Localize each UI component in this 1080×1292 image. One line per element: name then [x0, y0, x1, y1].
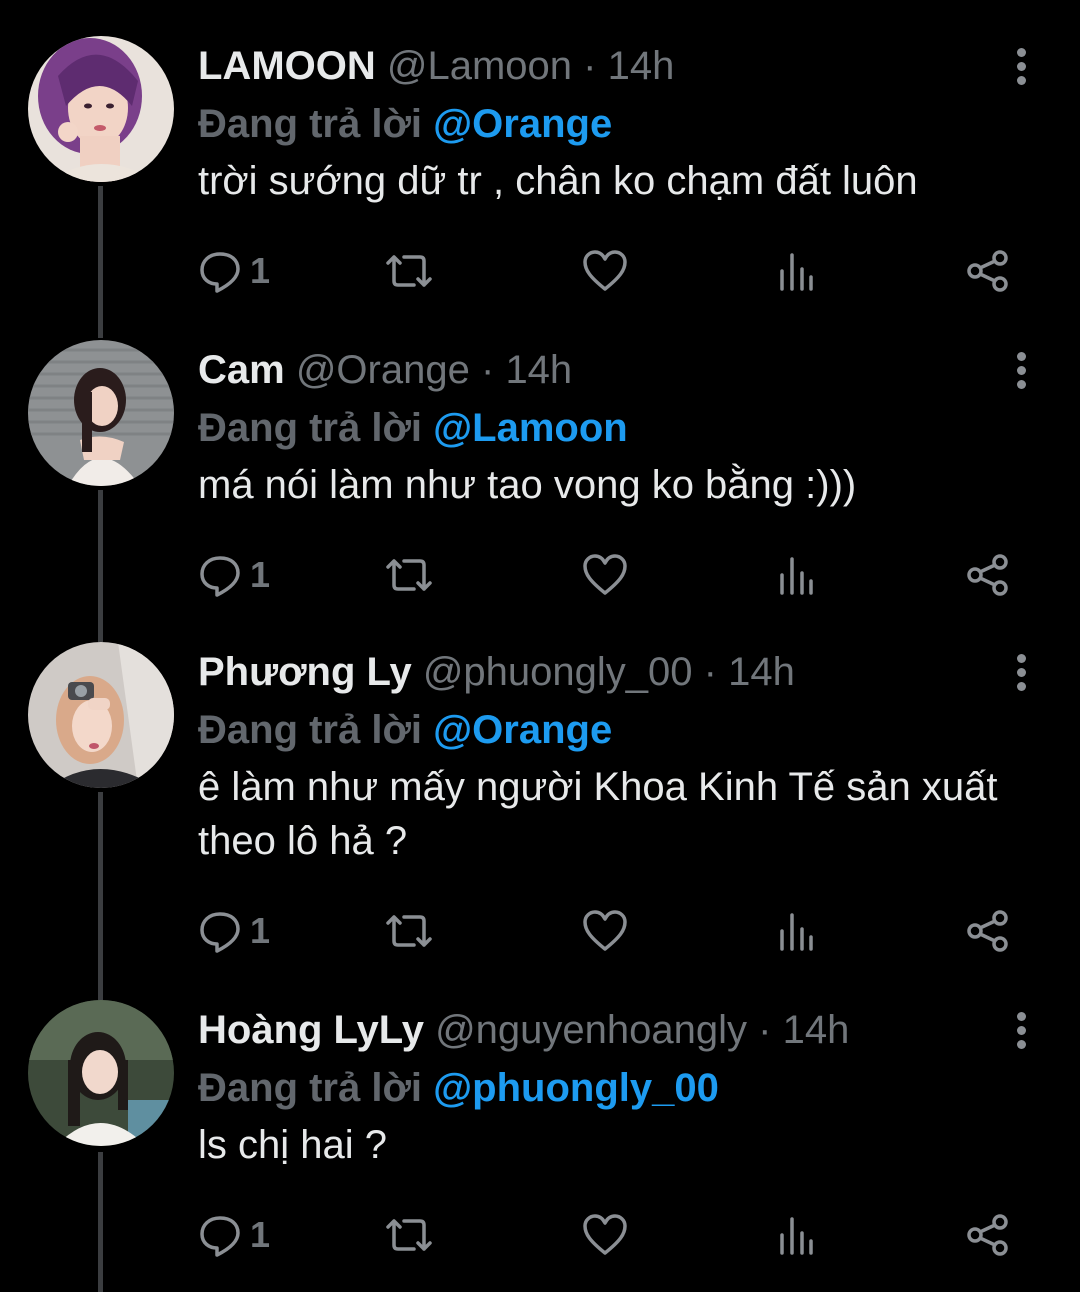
like-button[interactable] [582, 246, 628, 296]
analytics-icon [780, 1217, 813, 1255]
timestamp[interactable]: 14h [505, 348, 572, 392]
separator-dot: · [703, 650, 717, 694]
like-button[interactable] [582, 906, 628, 956]
views-button[interactable] [776, 550, 816, 600]
reply-context: Đang trả lời @Orange [198, 96, 1040, 152]
heart-icon [583, 554, 627, 595]
mention-link[interactable]: @Orange [433, 708, 612, 752]
display-name[interactable]: Phương Ly [198, 650, 412, 694]
reply-button[interactable]: 1 [198, 550, 270, 600]
reply-count: 1 [250, 1214, 271, 1255]
more-options-icon[interactable] [1014, 1012, 1028, 1052]
reply-button[interactable]: 1 [198, 1210, 270, 1260]
user-handle[interactable]: @Lamoon [387, 44, 572, 88]
retweet-icon [386, 255, 432, 287]
share-button[interactable] [966, 550, 1012, 600]
share-icon [967, 250, 1008, 292]
share-button[interactable] [966, 906, 1012, 956]
separator-dot: · [583, 44, 597, 88]
tweet-text: ê làm như mấy người Khoa Kinh Tế sản xuấ… [198, 765, 998, 863]
tweet-actions: 1 [198, 246, 1038, 296]
reply-count: 1 [250, 250, 271, 291]
timestamp[interactable]: 14h [783, 1008, 850, 1052]
tweet-header: Phương Ly @phuongly_00 · 14h [198, 642, 1040, 702]
reply-context: Đang trả lời @Lamoon [198, 400, 1040, 456]
retweet-button[interactable] [384, 1210, 434, 1260]
share-icon [967, 554, 1008, 596]
heart-icon [583, 250, 627, 291]
avatar[interactable] [28, 36, 174, 182]
like-button[interactable] [582, 1210, 628, 1260]
reply-prefix: Đang trả lời [198, 708, 423, 752]
tweet-header: LAMOON @Lamoon · 14h [198, 36, 1040, 96]
tweet-actions: 1 [198, 1210, 1038, 1260]
reply-icon [200, 556, 240, 597]
display-name[interactable]: Hoàng LyLy [198, 1008, 424, 1052]
display-name[interactable]: Cam [198, 348, 285, 392]
tweet-actions: 1 [198, 906, 1038, 956]
views-button[interactable] [776, 246, 816, 296]
like-button[interactable] [582, 550, 628, 600]
avatar[interactable] [28, 1000, 174, 1146]
views-button[interactable] [776, 1210, 816, 1260]
share-icon [967, 910, 1008, 952]
tweet-header: Cam @Orange · 14h [198, 340, 1040, 400]
timestamp[interactable]: 14h [728, 650, 795, 694]
separator-dot: · [480, 348, 495, 392]
analytics-icon [780, 557, 813, 595]
timestamp[interactable]: 14h [608, 44, 675, 88]
avatar[interactable] [28, 642, 174, 788]
reply-button[interactable]: 1 [198, 906, 270, 956]
tweet-text: trời sướng dữ tr , chân ko chạm đất luôn [198, 159, 918, 203]
mention-link[interactable]: @Lamoon [433, 406, 628, 450]
heart-icon [583, 910, 627, 951]
share-icon [967, 1214, 1008, 1256]
reply-count: 1 [250, 554, 271, 595]
tweet-text: má nói làm như tao vong ko bằng :))) [198, 463, 857, 507]
user-handle[interactable]: @Orange [296, 348, 470, 392]
reply-button[interactable]: 1 [198, 246, 270, 296]
avatar[interactable] [28, 340, 174, 486]
more-options-icon[interactable] [1014, 352, 1028, 392]
more-options-icon[interactable] [1014, 654, 1028, 694]
reply-icon [200, 912, 240, 953]
analytics-icon [780, 913, 813, 951]
reply-prefix: Đang trả lời [198, 406, 423, 450]
share-button[interactable] [966, 1210, 1012, 1260]
user-handle[interactable]: @nguyenhoangly [435, 1008, 747, 1052]
reply-prefix: Đang trả lời [198, 1066, 423, 1110]
retweet-icon [386, 1219, 432, 1251]
reply-context: Đang trả lời @phuongly_00 [198, 1060, 1040, 1116]
heart-icon [583, 1214, 627, 1255]
mention-link[interactable]: @Orange [433, 102, 612, 146]
retweet-icon [386, 559, 432, 591]
reply-prefix: Đang trả lời [198, 102, 423, 146]
tweet-header: Hoàng LyLy @nguyenhoangly · 14h [198, 1000, 1040, 1060]
tweet-actions: 1 [198, 550, 1038, 600]
retweet-button[interactable] [384, 246, 434, 296]
mention-link[interactable]: @phuongly_00 [433, 1066, 719, 1110]
display-name[interactable]: LAMOON [198, 44, 376, 88]
views-button[interactable] [776, 906, 816, 956]
separator-dot: · [758, 1008, 772, 1052]
retweet-button[interactable] [384, 550, 434, 600]
retweet-button[interactable] [384, 906, 434, 956]
share-button[interactable] [966, 246, 1012, 296]
analytics-icon [780, 253, 813, 291]
user-handle[interactable]: @phuongly_00 [423, 650, 693, 694]
reply-context: Đang trả lời @Orange [198, 702, 1040, 758]
more-options-icon[interactable] [1014, 48, 1028, 88]
tweet-text: ls chị hai ? [198, 1123, 387, 1167]
reply-icon [200, 252, 240, 293]
reply-count: 1 [250, 910, 271, 951]
reply-icon [200, 1216, 240, 1257]
reply-thread: LAMOON @Lamoon · 14h Đang trả lời @Orang… [0, 0, 1080, 1292]
retweet-icon [386, 915, 432, 947]
